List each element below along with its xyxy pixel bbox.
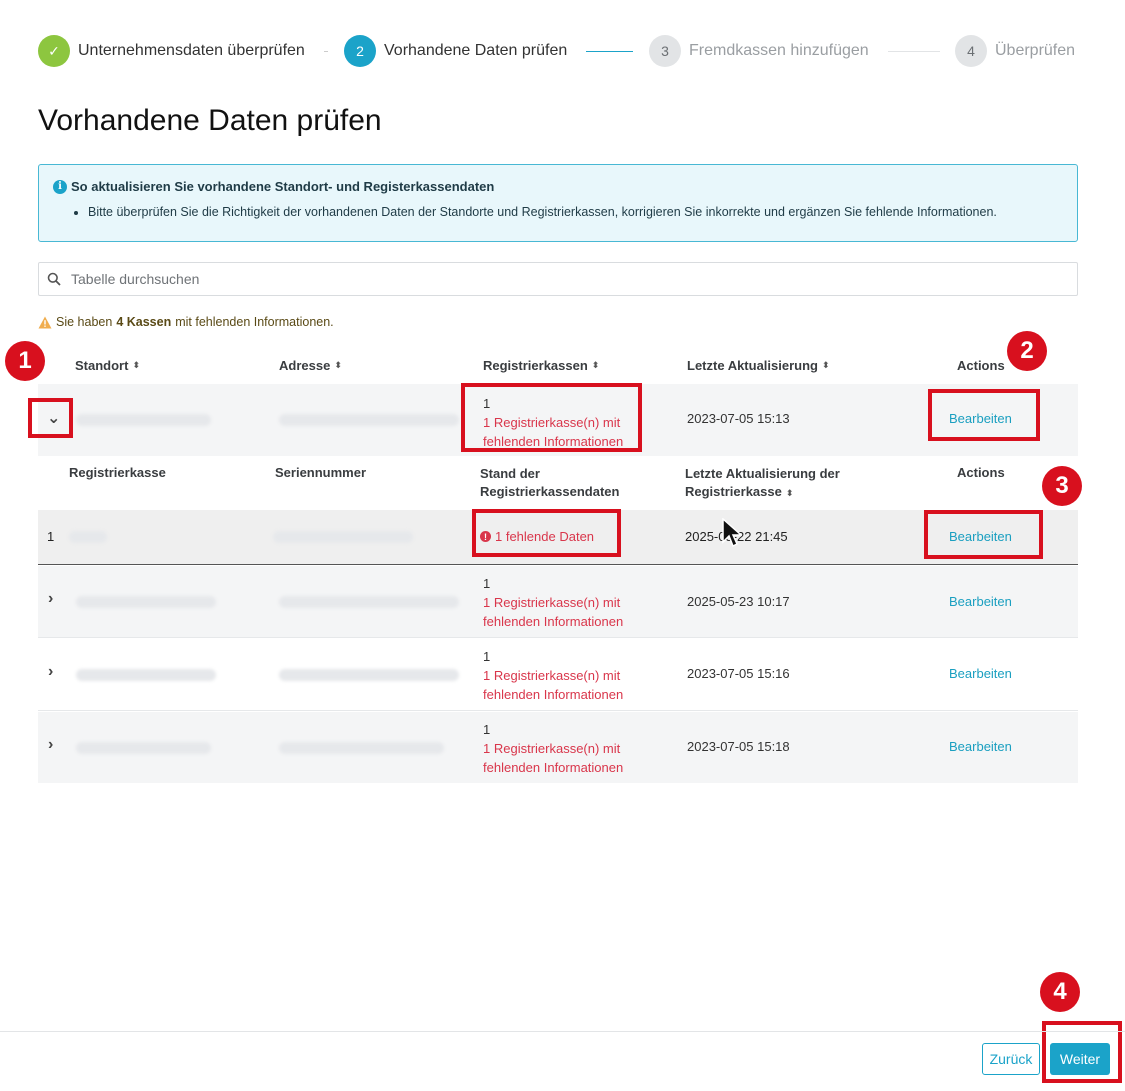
mouse-cursor-icon (722, 518, 742, 548)
search-icon (47, 272, 61, 286)
blurred-standort (76, 669, 216, 681)
header-actions: Actions (957, 357, 1005, 373)
check-icon: ✓ (38, 35, 70, 67)
blurred-adresse (279, 669, 459, 681)
blurred-standort (76, 414, 211, 426)
search-box[interactable] (38, 262, 1078, 296)
blurred-adresse (279, 596, 459, 608)
step-1-label: Unternehmensdaten überprüfen (78, 42, 305, 59)
step-connector (888, 51, 940, 52)
footer: Zurück Weiter (0, 1031, 1125, 1091)
info-bullet: Bitte überprüfen Sie die Richtigkeit der… (88, 205, 1063, 219)
step-3[interactable]: 3 Fremdkassen hinzufügen (649, 34, 869, 68)
blurred-adresse (279, 742, 444, 754)
header-registrierkassen[interactable]: Registrierkassen ⬍ (483, 346, 599, 384)
sort-icon: ⬍ (132, 359, 140, 370)
blurred-adresse (279, 414, 459, 426)
sort-icon: ⬍ (591, 359, 600, 370)
blurred-seriennummer (273, 531, 413, 543)
page-title: Vorhandene Daten prüfen (38, 104, 382, 137)
step-3-number: 3 (649, 35, 681, 67)
warning-icon (38, 316, 52, 328)
table-row: › 1 1 Registrierkasse(n) mit fehlenden I… (38, 639, 1078, 711)
updated-time: 2023-07-05 15:13 (687, 411, 790, 426)
blurred-registrierkasse (69, 531, 107, 543)
header-letzte-aktualisierung[interactable]: Letzte Aktualisierung ⬍ (687, 346, 830, 384)
annotation-box-registrierkassen (461, 383, 642, 452)
step-2[interactable]: 2 Vorhandene Daten prüfen (344, 34, 567, 68)
annotation-box-2 (928, 389, 1040, 441)
info-icon: i (53, 179, 67, 194)
chevron-right-icon[interactable]: › (48, 736, 53, 754)
wizard-stepper: ✓ Unternehmensdaten überprüfen 2 Vorhand… (38, 34, 1078, 70)
annotation-badge-4: 4 (1040, 972, 1080, 1012)
sort-icon: ⬍ (821, 359, 830, 370)
info-title: So aktualisieren Sie vorhandene Standort… (71, 179, 495, 194)
table-header: Standort ⬍ Adresse ⬍ Registrierkassen ⬍ Let… (38, 346, 1078, 384)
missing-info-warning: Sie haben 4 Kassen mit fehlenden Informa… (38, 315, 334, 329)
subtable-header: Registrierkasse Seriennummer Stand der R… (38, 456, 1078, 510)
annotation-badge-1: 1 (5, 341, 45, 381)
table-row: › 1 1 Registrierkasse(n) mit fehlenden I… (38, 712, 1078, 783)
annotation-badge-2: 2 (1007, 331, 1047, 371)
edit-button[interactable]: Bearbeiten (949, 739, 1012, 754)
sort-icon: ⬍ (334, 359, 342, 370)
updated-time: 2023-07-05 15:18 (687, 739, 790, 754)
info-box: i So aktualisieren Sie vorhandene Stando… (38, 164, 1078, 242)
search-input[interactable] (71, 271, 971, 287)
step-4-number: 4 (955, 35, 987, 67)
back-button[interactable]: Zurück (982, 1043, 1040, 1075)
header-adresse[interactable]: Adresse ⬍ (279, 346, 342, 384)
step-2-number: 2 (344, 35, 376, 67)
annotation-box-3 (924, 510, 1043, 559)
step-connector-active (586, 51, 633, 52)
updated-time: 2023-07-05 15:16 (687, 666, 790, 681)
step-2-label: Vorhandene Daten prüfen (384, 42, 568, 59)
step-4-label: Überprüfen (995, 42, 1076, 59)
step-1[interactable]: ✓ Unternehmensdaten überprüfen (38, 34, 305, 68)
blurred-standort (76, 742, 211, 754)
annotation-box-1 (28, 398, 73, 438)
chevron-right-icon[interactable]: › (48, 590, 53, 608)
step-separator (324, 51, 328, 52)
table-row: › 1 1 Registrierkasse(n) mit fehlenden I… (38, 566, 1078, 638)
chevron-right-icon[interactable]: › (48, 663, 53, 681)
step-4[interactable]: 4 Überprüfen (955, 34, 1075, 68)
step-3-label: Fremdkassen hinzufügen (689, 42, 869, 59)
sort-icon: ⬍ (785, 488, 794, 498)
header-standort[interactable]: Standort ⬍ (75, 346, 140, 384)
annotation-badge-3: 3 (1042, 466, 1082, 506)
blurred-standort (76, 596, 216, 608)
edit-button[interactable]: Bearbeiten (949, 594, 1012, 609)
annotation-box-missing-data (472, 509, 621, 557)
next-button[interactable]: Weiter (1050, 1043, 1110, 1075)
edit-button[interactable]: Bearbeiten (949, 666, 1012, 681)
updated-time: 2025-05-23 10:17 (687, 594, 790, 609)
